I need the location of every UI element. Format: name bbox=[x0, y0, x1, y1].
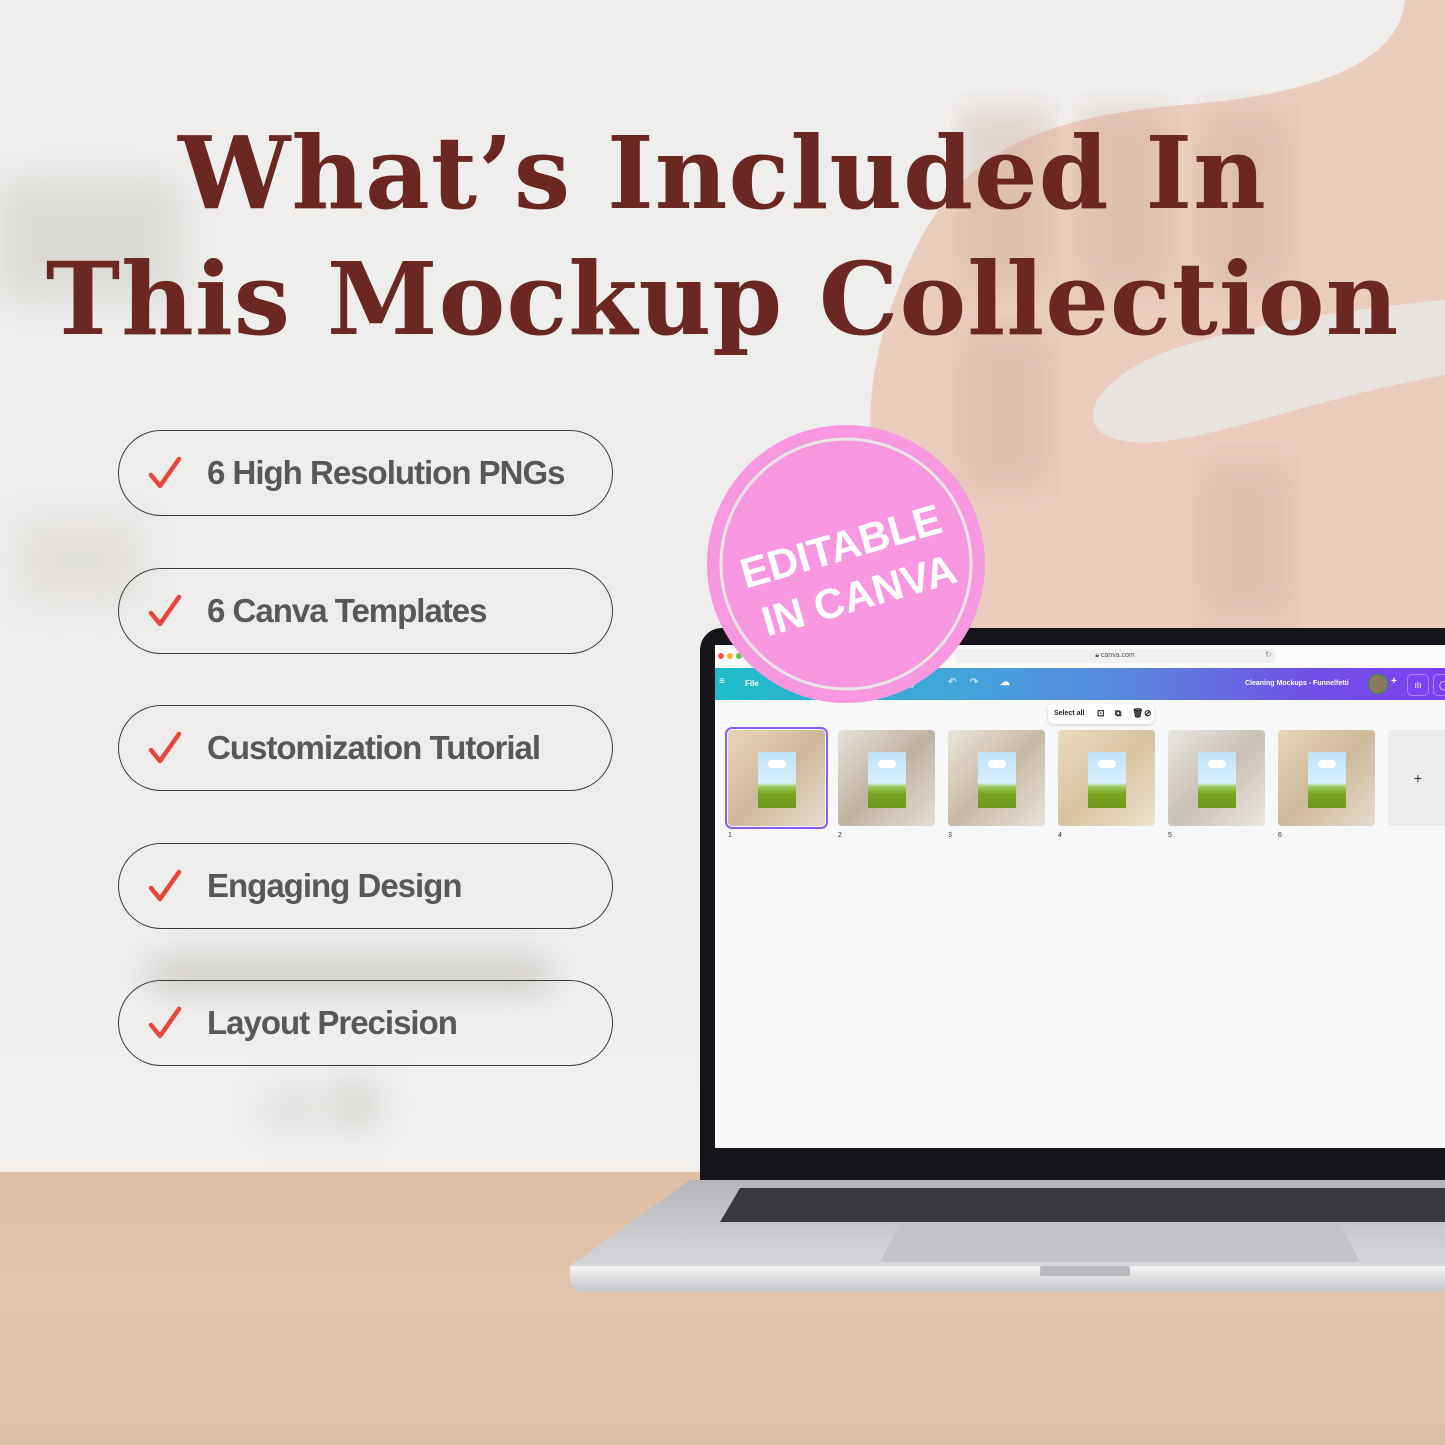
page-thumbnail[interactable] bbox=[948, 730, 1045, 826]
check-icon bbox=[148, 1006, 182, 1039]
photo-frame-placeholder bbox=[1198, 752, 1236, 808]
feature-label: Layout Precision bbox=[207, 1004, 458, 1041]
feature-item: 6 High Resolution PNGs bbox=[118, 430, 613, 516]
feature-label: 6 High Resolution PNGs bbox=[207, 454, 566, 491]
page-number: 4 bbox=[1058, 832, 1062, 839]
photo-frame-placeholder bbox=[1088, 752, 1126, 808]
cloud-shape bbox=[1208, 760, 1226, 768]
hide-icon[interactable]: ⊘ bbox=[1144, 708, 1152, 719]
feature-label: Customization Tutorial bbox=[207, 729, 541, 766]
trash-icon[interactable]: 🗑︎ bbox=[1132, 708, 1143, 719]
cloud-shape bbox=[988, 760, 1006, 768]
page-thumbnail[interactable] bbox=[838, 730, 935, 826]
feature-label: 6 Canva Templates bbox=[207, 592, 488, 629]
page-number: 1 bbox=[728, 832, 732, 839]
add-page-button[interactable]: + bbox=[1388, 730, 1445, 826]
cloud-save-icon[interactable]: ☁ bbox=[1000, 677, 1010, 688]
laptop-mockup: 🔒︎ canva.com ↻ ≡ File Resize & Magic Swi… bbox=[560, 628, 1445, 1308]
check-icon bbox=[148, 594, 182, 627]
keyboard bbox=[720, 1188, 1445, 1222]
address-bar[interactable]: 🔒︎ canva.com bbox=[955, 649, 1275, 663]
photo-frame-placeholder bbox=[758, 752, 796, 808]
add-page-icon[interactable]: ⊡ bbox=[1097, 708, 1105, 719]
page-thumbnail[interactable] bbox=[725, 727, 828, 829]
page-selection-bar: Select all ⊡ ⧉ 🗑︎ ⊘ bbox=[1048, 704, 1154, 724]
title-line-2: This Mockup Collection bbox=[45, 240, 1400, 358]
photo-frame-placeholder bbox=[868, 752, 906, 808]
check-icon bbox=[148, 731, 182, 764]
page-number: 2 bbox=[838, 832, 842, 839]
page-thumbnail[interactable] bbox=[1058, 730, 1155, 826]
url-text: canva.com bbox=[1100, 652, 1135, 659]
page-number: 6 bbox=[1278, 832, 1282, 839]
document-title[interactable]: Cleaning Mockups - Funnelfetti bbox=[1245, 680, 1349, 687]
select-all-button[interactable]: Select all bbox=[1054, 710, 1084, 717]
comment-icon[interactable]: ◯ bbox=[1433, 674, 1445, 696]
title-line-1: What’s Included In bbox=[178, 114, 1267, 232]
avatar[interactable] bbox=[1368, 674, 1388, 694]
feature-item: 6 Canva Templates bbox=[118, 568, 613, 654]
page-number: 5 bbox=[1168, 832, 1172, 839]
check-icon bbox=[148, 456, 182, 489]
insights-icon[interactable]: ılı bbox=[1407, 674, 1429, 696]
trackpad bbox=[880, 1224, 1360, 1262]
check-icon bbox=[148, 869, 182, 902]
page-thumbnail[interactable] bbox=[1168, 730, 1265, 826]
reload-icon[interactable]: ↻ bbox=[1265, 650, 1272, 659]
add-collaborator-icon[interactable]: + bbox=[1391, 676, 1397, 687]
feature-item: Engaging Design bbox=[118, 843, 613, 929]
canva-editor-screen: 🔒︎ canva.com ↻ ≡ File Resize & Magic Swi… bbox=[715, 645, 1445, 1148]
editable-in-canva-badge: EDITABLE IN CANVA bbox=[707, 425, 985, 703]
photo-frame-placeholder bbox=[978, 752, 1016, 808]
page-title: What’s Included In This Mockup Collectio… bbox=[0, 110, 1445, 362]
cloud-shape bbox=[878, 760, 896, 768]
cloud-shape bbox=[1098, 760, 1116, 768]
page-thumbnail[interactable] bbox=[1278, 730, 1375, 826]
cloud-shape bbox=[768, 760, 786, 768]
photo-frame-placeholder bbox=[1308, 752, 1346, 808]
lid-notch bbox=[1040, 1266, 1130, 1276]
laptop-base bbox=[570, 1180, 1445, 1292]
duplicate-icon[interactable]: ⧉ bbox=[1115, 708, 1121, 719]
feature-item: Customization Tutorial bbox=[118, 705, 613, 791]
cloud-shape bbox=[1318, 760, 1336, 768]
feature-label: Engaging Design bbox=[207, 867, 463, 904]
feature-item: Layout Precision bbox=[118, 980, 613, 1066]
page-number: 3 bbox=[948, 832, 952, 839]
